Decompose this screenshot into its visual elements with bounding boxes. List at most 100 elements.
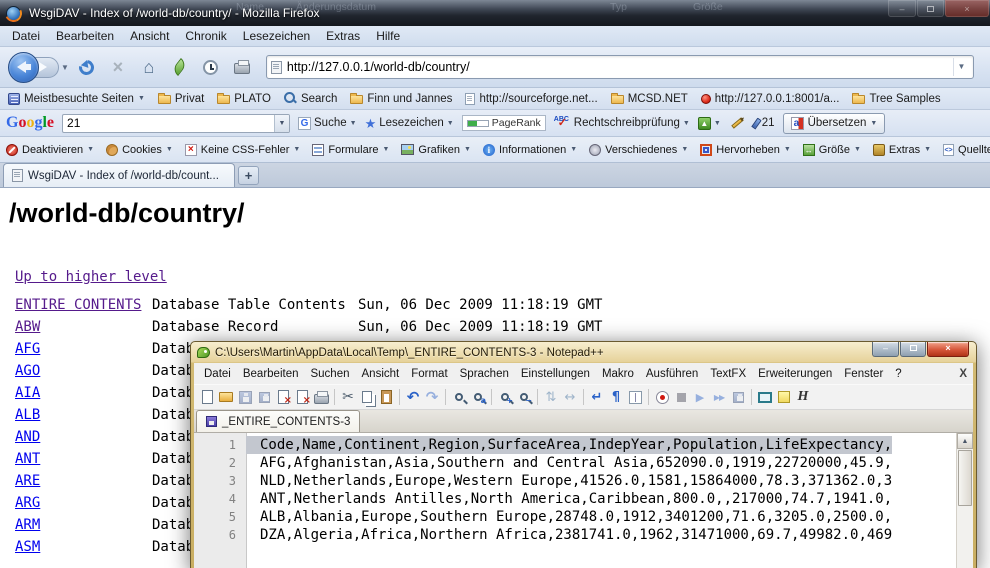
npp-menu-format[interactable]: Format [405, 364, 453, 384]
url-dropdown-icon[interactable]: ▼ [953, 58, 969, 76]
run-macro-multiple-icon[interactable] [710, 388, 728, 406]
home-button[interactable]: ⌂ [136, 54, 162, 80]
translate-button[interactable]: Übersetzen▼ [783, 113, 886, 134]
google-bookmarks-button[interactable]: ★Lesezeichen▼ [365, 117, 454, 130]
bookmark-finn-und-jannes[interactable]: Finn und Jannes [350, 93, 452, 105]
spellcheck-button[interactable]: Rechtschreibprüfung▼ [554, 116, 690, 130]
zoom-in-icon[interactable]: + [496, 388, 514, 406]
webdev-cookies[interactable]: Cookies▼ [106, 144, 173, 156]
webdev-view-source[interactable]: Quelltext▼ [943, 144, 990, 156]
url-text[interactable]: http://127.0.0.1/world-db/country/ [287, 60, 953, 74]
open-file-icon[interactable] [217, 388, 235, 406]
highlight-button[interactable]: 21 [754, 117, 775, 129]
notepad-minimize-button[interactable]: – [872, 342, 899, 357]
replace-icon[interactable]: a [469, 388, 487, 406]
bookmark-most-visited[interactable]: Meistbesuchte Seiten▼ [8, 93, 145, 105]
up-to-higher-level-link[interactable]: Up to higher level [15, 269, 167, 285]
entry-link[interactable]: ANT [15, 451, 40, 467]
entry-link[interactable]: ENTIRE CONTENTS [15, 297, 141, 313]
autofill-button[interactable]: ▼ [698, 117, 721, 130]
record-macro-icon[interactable] [653, 388, 671, 406]
entry-link[interactable]: AGO [15, 363, 40, 379]
save-all-icon[interactable] [255, 388, 273, 406]
entry-link[interactable]: ARM [15, 517, 40, 533]
entry-link[interactable]: ABW [15, 319, 40, 335]
play-macro-icon[interactable] [691, 388, 709, 406]
entry-link[interactable]: ARE [15, 473, 40, 489]
undo-icon[interactable] [404, 388, 422, 406]
npp-menu-bearbeiten[interactable]: Bearbeiten [237, 364, 305, 384]
menu-bearbeiten[interactable]: Bearbeiten [48, 26, 122, 46]
bookmark-sourceforge[interactable]: http://sourceforge.net... [465, 93, 597, 105]
paste-icon[interactable] [377, 388, 395, 406]
npp-menu-textfx[interactable]: TextFX [704, 364, 752, 384]
notepad-maximize-button[interactable] [900, 342, 926, 357]
npp-menu-fenster[interactable]: Fenster [838, 364, 889, 384]
new-tab-button[interactable]: + [238, 166, 259, 185]
entry-link[interactable]: AND [15, 429, 40, 445]
npp-menu-datei[interactable]: Datei [198, 364, 237, 384]
full-screen-icon[interactable] [756, 388, 774, 406]
close-all-icon[interactable]: × [293, 388, 311, 406]
edit-button[interactable] [729, 121, 746, 125]
show-all-characters-icon[interactable] [607, 388, 625, 406]
search-history-dropdown-icon[interactable]: ▼ [274, 115, 289, 132]
webdev-information[interactable]: Informationen▼ [483, 144, 577, 156]
feed-button[interactable] [167, 54, 193, 80]
webdev-forms[interactable]: Formulare▼ [312, 144, 389, 156]
notepad-tab[interactable]: _ENTIRE_CONTENTS-3 [196, 410, 360, 432]
npp-menu-ausfuehren[interactable]: Ausführen [640, 364, 704, 384]
scrollbar-thumb[interactable] [958, 450, 972, 506]
post-it-icon[interactable] [775, 388, 793, 406]
word-wrap-icon[interactable] [588, 388, 606, 406]
entry-link[interactable]: AIA [15, 385, 40, 401]
npp-menu-erweiterungen[interactable]: Erweiterungen [752, 364, 838, 384]
zoom-out-icon[interactable]: − [515, 388, 533, 406]
webdev-disable[interactable]: Deaktivieren▼ [6, 144, 94, 156]
bookmark-localhost-8001[interactable]: http://127.0.0.1:8001/a... [701, 93, 840, 105]
close-file-icon[interactable]: × [274, 388, 292, 406]
menu-lesezeichen[interactable]: Lesezeichen [235, 26, 318, 46]
back-button[interactable] [8, 52, 39, 83]
webdev-images[interactable]: Grafiken▼ [401, 144, 471, 156]
webdev-tools[interactable]: Extras▼ [873, 144, 931, 156]
notepad-close-button[interactable]: × [927, 342, 969, 357]
notepad-titlebar[interactable]: C:\Users\Martin\AppData\Local\Temp\_ENTI… [191, 342, 976, 363]
editor-scrollbar[interactable]: ▲ [956, 433, 973, 568]
maximize-button[interactable] [917, 0, 944, 17]
menu-ansicht[interactable]: Ansicht [122, 26, 177, 46]
menu-chronik[interactable]: Chronik [177, 26, 234, 46]
entry-link[interactable]: AFG [15, 341, 40, 357]
entry-link[interactable]: ASM [15, 539, 40, 555]
minimize-button[interactable]: – [888, 0, 916, 17]
indent-guide-icon[interactable] [626, 388, 644, 406]
entry-link[interactable]: ALB [15, 407, 40, 423]
sync-scroll-vertical-icon[interactable] [542, 388, 560, 406]
firefox-titlebar[interactable]: WsgiDAV - Index of /world-db/country/ - … [0, 0, 990, 26]
close-button[interactable]: × [945, 0, 989, 17]
npp-menu-ansicht[interactable]: Ansicht [356, 364, 406, 384]
menu-hilfe[interactable]: Hilfe [368, 26, 408, 46]
history-dropdown-icon[interactable]: ▼ [61, 63, 69, 72]
npp-menu-einstellungen[interactable]: Einstellungen [515, 364, 596, 384]
npp-menu-close-x[interactable]: X [959, 368, 967, 380]
print-icon[interactable] [312, 388, 330, 406]
google-search-input[interactable] [63, 116, 274, 130]
function-h-icon[interactable] [794, 388, 812, 406]
url-bar[interactable]: http://127.0.0.1/world-db/country/ ▼ [266, 55, 974, 79]
scrollbar-up-arrow[interactable]: ▲ [957, 433, 973, 449]
webdev-resize[interactable]: Größe▼ [803, 144, 861, 156]
history-button[interactable] [198, 54, 224, 80]
bookmark-plato[interactable]: PLATO [217, 93, 271, 105]
webdev-outline[interactable]: Hervorheben▼ [700, 144, 791, 156]
npp-menu-help[interactable]: ? [889, 364, 907, 384]
new-file-icon[interactable] [198, 388, 216, 406]
copy-icon[interactable] [358, 388, 376, 406]
menu-extras[interactable]: Extras [318, 26, 368, 46]
bookmark-search[interactable]: Search [284, 92, 337, 105]
save-icon[interactable] [236, 388, 254, 406]
stop-macro-icon[interactable] [672, 388, 690, 406]
bookmark-privat[interactable]: Privat [158, 93, 204, 105]
npp-menu-makro[interactable]: Makro [596, 364, 640, 384]
notepad-editor[interactable]: 1Code,Name,Continent,Region,SurfaceArea,… [194, 433, 973, 568]
